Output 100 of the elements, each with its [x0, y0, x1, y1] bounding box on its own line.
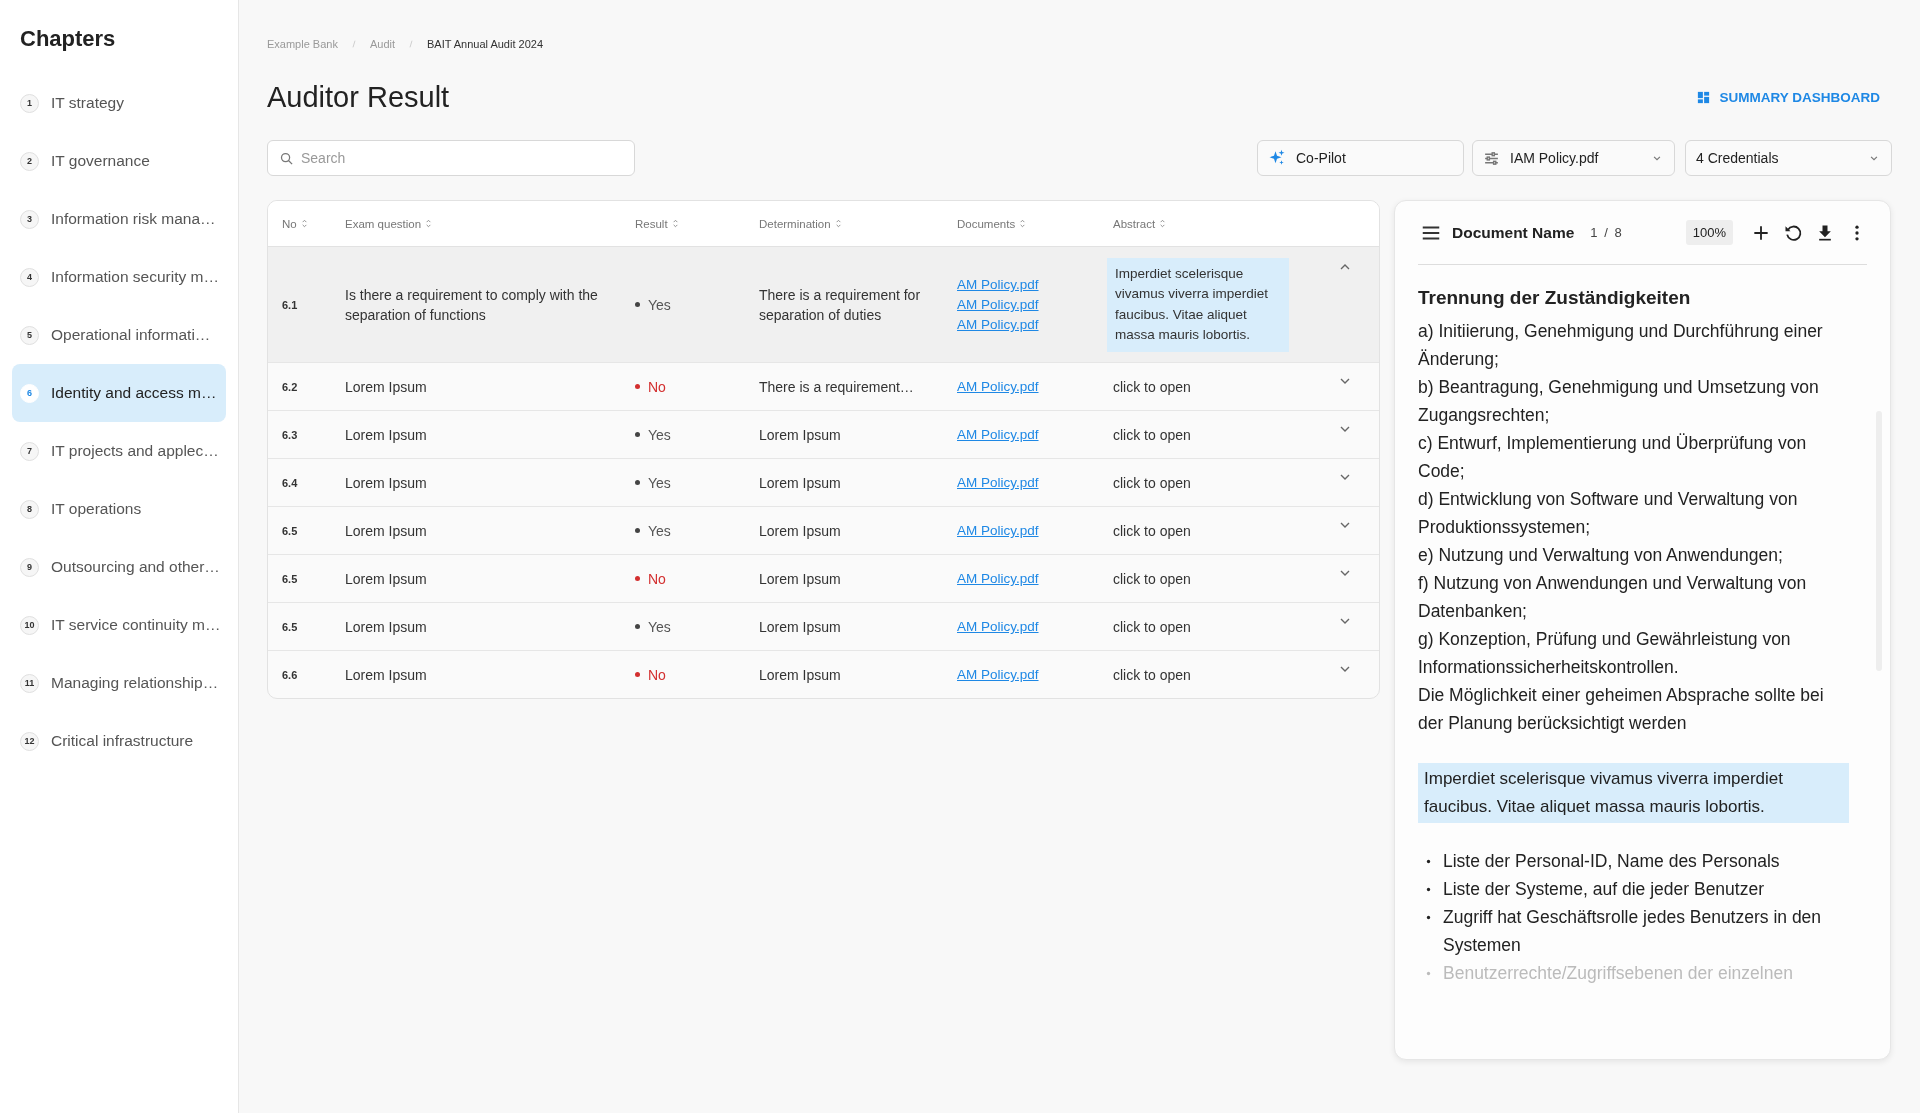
table-row[interactable]: 6.5 Lorem Ipsum Yes Lorem Ipsum AM Policy.pdf click to open: [268, 507, 1379, 555]
result-text: No: [648, 666, 666, 683]
chapter-item[interactable]: 2 IT governance: [12, 132, 226, 190]
document-link[interactable]: AM Policy.pdf: [957, 619, 1039, 634]
table-row[interactable]: [268, 247, 1379, 363]
determination-text: Lorem Ipsum: [759, 521, 842, 541]
table-row[interactable]: 6.5 Lorem Ipsum No Lorem Ipsum AM Policy.pdf click to open: [268, 555, 1379, 603]
column-header[interactable]: Exam question: [345, 217, 422, 230]
table-row[interactable]: 6.5 Lorem Ipsum Yes Lorem Ipsum AM Policy.pdf click to open: [268, 603, 1379, 651]
abstract-link[interactable]: click to open: [1113, 426, 1337, 443]
abstract-link[interactable]: click to open: [1113, 618, 1337, 635]
result-text: Yes: [648, 618, 671, 635]
abstract-link[interactable]: click to open: [1113, 522, 1337, 539]
chapter-item[interactable]: 9 Outsourcing and other…: [12, 538, 226, 596]
credentials-select[interactable]: 4 Credentials: [1685, 140, 1892, 176]
column-header[interactable]: Result: [635, 217, 668, 230]
chapter-item[interactable]: 6 Identity and access m…: [12, 364, 226, 422]
exam-question: Is there a requirement to comply with the separation of functions: [345, 285, 599, 325]
table-row[interactable]: 6.4 Lorem Ipsum Yes Lorem Ipsum AM Policy.pdf click to open: [268, 459, 1379, 507]
row-number: 6.5: [282, 524, 299, 537]
determination-text: Lorem Ipsum: [759, 425, 842, 445]
result-text: Yes: [648, 522, 671, 539]
bullet-text: Benutzerrechte/Zugriffsebenen der einzelnen: [1443, 962, 1793, 985]
document-paragraph: e) Nutzung und Verwaltung von Anwendungen;: [1418, 544, 1784, 567]
result-text: Yes: [648, 426, 671, 443]
sliders-icon: [1483, 149, 1500, 167]
bullet-icon: [1426, 915, 1431, 920]
table-row[interactable]: 6.3 Lorem Ipsum Yes Lorem Ipsum AM Policy.pdf click to open: [268, 411, 1379, 459]
separator-icon: [407, 39, 415, 49]
chapter-item[interactable]: 3 Information risk mana…: [12, 190, 226, 248]
chapter-number: 8: [20, 499, 39, 519]
sparkle-icon: [1268, 149, 1286, 167]
zoom-level[interactable]: 100%: [1685, 220, 1733, 245]
document-link[interactable]: AM Policy.pdf: [957, 571, 1039, 586]
result-text: No: [648, 570, 666, 587]
document-link[interactable]: AM Policy.pdf: [957, 667, 1039, 682]
chapter-number: 12: [20, 731, 39, 751]
document-paragraph: Die Möglichkeit einer geheimen Absprache sollte bei der Planung berücksichtigt werden: [1418, 684, 1825, 735]
row-number: 6.2: [282, 380, 299, 393]
highlighted-passage: Imperdiet scelerisque vivamus viverra imperdiet faucibus. Vitae aliquet massa mauris lobortis.: [1418, 763, 1849, 823]
document-name: Document Name: [1452, 223, 1575, 242]
abstract-link[interactable]: click to open: [1113, 570, 1337, 587]
bullet-text: Liste der Personal-ID, Name des Personals: [1443, 850, 1780, 873]
exam-question: Lorem Ipsum: [345, 425, 428, 445]
chapter-item[interactable]: 12 Critical infrastructure: [12, 712, 226, 770]
determination-text: Lorem Ipsum: [759, 473, 842, 493]
row-number: 6.3: [282, 428, 299, 441]
document-select[interactable]: IAM Policy.pdf: [1472, 140, 1675, 176]
column-header[interactable]: Determination: [759, 217, 831, 230]
column-header[interactable]: Documents: [957, 217, 1016, 230]
chapter-number: 10: [20, 615, 39, 635]
chapter-item[interactable]: 11 Managing relationship…: [12, 654, 226, 712]
chapter-item[interactable]: 4 Information security m…: [12, 248, 226, 306]
document-link[interactable]: AM Policy.pdf: [957, 427, 1039, 442]
document-link[interactable]: AM Policy.pdf: [957, 379, 1039, 394]
column-header[interactable]: No: [282, 217, 297, 230]
dashboard-icon: [1696, 89, 1712, 105]
document-link[interactable]: AM Policy.pdf: [957, 475, 1039, 490]
column-header[interactable]: Abstract: [1113, 217, 1156, 230]
chapter-number: 2: [20, 151, 39, 171]
page-title: Auditor Result: [267, 80, 450, 114]
abstract-text: Imperdiet scelerisque vivamus viverra imperdiet faucibus. Vitae aliquet massa mauris lobortis.: [1107, 257, 1289, 352]
document-heading: Trennung der Zuständigkeiten: [1418, 287, 1692, 309]
document-paragraph: d) Entwicklung von Software und Verwaltung von Produktionssystemen;: [1418, 488, 1799, 539]
table-row[interactable]: 6.2 Lorem Ipsum No There is a requirement… AM Policy.pdf click to open: [268, 363, 1379, 411]
chapter-number: 3: [20, 209, 39, 229]
abstract-link[interactable]: click to open: [1113, 378, 1337, 395]
row-number: 6.5: [282, 572, 299, 585]
document-link[interactable]: AM Policy.pdf: [957, 523, 1039, 538]
search-field[interactable]: Search: [267, 140, 635, 176]
exam-question: Lorem Ipsum: [345, 569, 428, 589]
chapter-number: 11: [20, 673, 39, 693]
chapter-item[interactable]: 10 IT service continuity m…: [12, 596, 226, 654]
row-number: 6.5: [282, 620, 299, 633]
chapter-item[interactable]: 7 IT projects and applec…: [12, 422, 226, 480]
bullet-icon: [1426, 971, 1431, 976]
exam-question: Lorem Ipsum: [345, 665, 428, 685]
search-icon: [279, 151, 294, 166]
chapter-number: 6: [20, 383, 39, 403]
abstract-link[interactable]: click to open: [1113, 474, 1337, 491]
table-row[interactable]: 6.6 Lorem Ipsum No Lorem Ipsum AM Policy.pdf click to open: [268, 651, 1379, 698]
abstract-link[interactable]: click to open: [1113, 666, 1337, 683]
row-number: 6.1: [282, 298, 299, 311]
result-text: Yes: [648, 296, 671, 313]
breadcrumb-current: BAIT Annual Audit 2024: [427, 38, 543, 50]
chapter-item[interactable]: 8 IT operations: [12, 480, 226, 538]
exam-question: Lorem Ipsum: [345, 617, 428, 637]
chapter-item[interactable]: 5 Operational informati…: [12, 306, 226, 364]
exam-question: Lorem Ipsum: [345, 473, 428, 493]
chapter-number: 1: [20, 93, 39, 113]
copilot-button[interactable]: Co-Pilot: [1257, 140, 1464, 176]
chapter-number: 7: [20, 441, 39, 461]
determination-text: Lorem Ipsum: [759, 665, 842, 685]
document-paragraph: c) Entwurf, Implementierung und Überprüfung von Code;: [1418, 432, 1808, 483]
row-number: 6.6: [282, 668, 299, 681]
determination-text: Lorem Ipsum: [759, 617, 842, 637]
exam-question: Lorem Ipsum: [345, 377, 428, 397]
exam-question: Lorem Ipsum: [345, 521, 428, 541]
chapter-number: 9: [20, 557, 39, 577]
chapter-item[interactable]: 1 IT strategy: [12, 74, 226, 132]
